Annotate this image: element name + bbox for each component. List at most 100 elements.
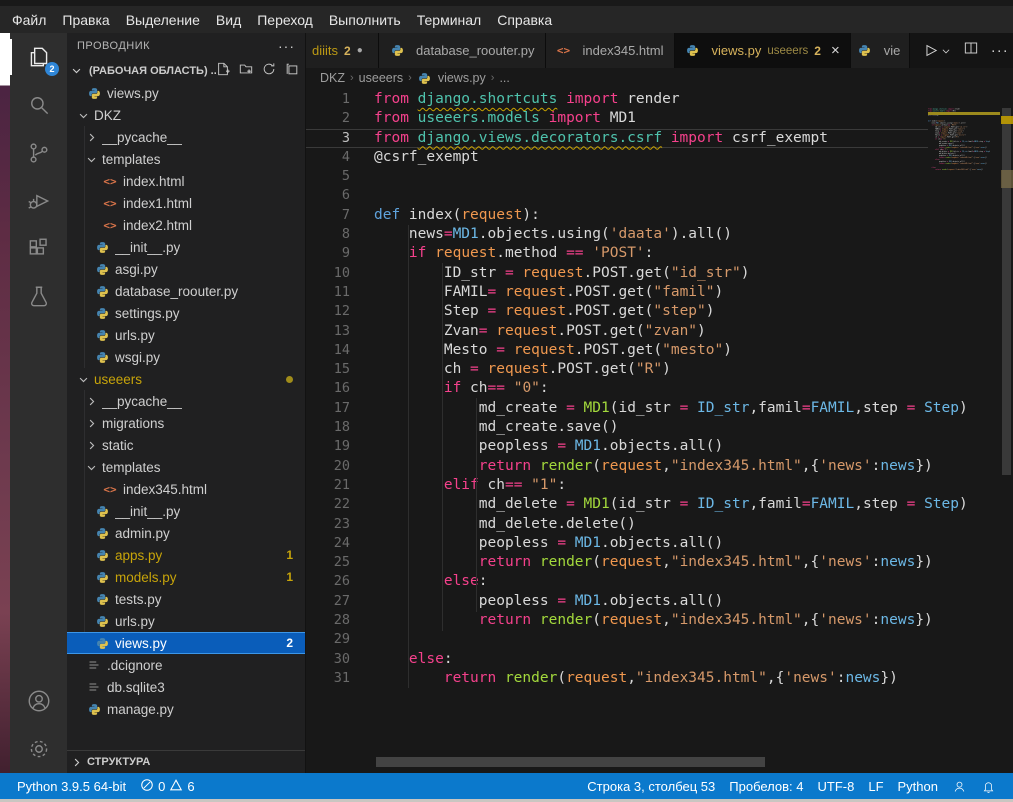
code-line-31[interactable]: 31 return render(request,"index345.html"… — [306, 669, 928, 688]
code-line-23[interactable]: 23 md_delete.delete() — [306, 515, 928, 534]
menu-item[interactable]: Выполнить — [321, 9, 409, 31]
code-line-10[interactable]: 10 ID_str = request.POST.get("id_str") — [306, 264, 928, 283]
tree-file-__init__.py[interactable]: __init__.py — [67, 236, 305, 258]
breadcrumb[interactable]: DKZ›useeers›views.py›... — [306, 68, 1013, 88]
tree-folder-__pycache__[interactable]: __pycache__ — [67, 126, 305, 148]
code-line-29[interactable]: 29 — [306, 630, 928, 649]
menu-item[interactable]: Терминал — [409, 9, 489, 31]
tree-file-index.html[interactable]: <>index.html — [67, 170, 305, 192]
minimap[interactable]: from django.shortcuts import renderfrom … — [928, 108, 1000, 728]
tree-file-.dcignore[interactable]: .dcignore — [67, 654, 305, 676]
menu-item[interactable]: Выделение — [118, 9, 208, 31]
tree-file-settings.py[interactable]: settings.py — [67, 302, 305, 324]
menu-item[interactable]: Вид — [208, 9, 249, 31]
refresh-icon[interactable] — [262, 62, 276, 79]
tree-folder-__pycache__[interactable]: __pycache__ — [67, 390, 305, 412]
code-line-13[interactable]: 13 Zvan= request.POST.get("zvan") — [306, 322, 928, 341]
tree-folder-DKZ[interactable]: DKZ — [67, 104, 305, 126]
tab-views.py[interactable]: views.pyuseeers2× — [675, 33, 851, 68]
split-editor-icon[interactable] — [963, 40, 979, 61]
tree-file-database_roouter.py[interactable]: database_roouter.py — [67, 280, 305, 302]
tab-vie[interactable]: vie — [851, 33, 910, 68]
code-line-11[interactable]: 11 FAMIL= request.POST.get("famil") — [306, 283, 928, 302]
code-line-30[interactable]: 30 else: — [306, 650, 928, 669]
tree-file-wsgi.py[interactable]: wsgi.py — [67, 346, 305, 368]
tree-file-admin.py[interactable]: admin.py — [67, 522, 305, 544]
menu-item[interactable]: Справка — [489, 9, 560, 31]
account-icon[interactable] — [10, 677, 67, 725]
new-file-icon[interactable] — [216, 62, 230, 79]
code-line-26[interactable]: 26 else: — [306, 572, 928, 591]
code-line-5[interactable]: 5 — [306, 167, 928, 186]
breadcrumb-item-views.py[interactable]: views.py — [417, 71, 486, 85]
source-control-icon[interactable] — [10, 129, 67, 177]
code-line-27[interactable]: 27 peopless = MD1.objects.all() — [306, 592, 928, 611]
tab-close-icon[interactable]: × — [831, 42, 840, 59]
tree-file-manage.py[interactable]: manage.py — [67, 698, 305, 720]
problems-status[interactable]: 0 6 — [133, 773, 201, 799]
code-line-18[interactable]: 18 md_create.save() — [306, 418, 928, 437]
tree-file-tests.py[interactable]: tests.py — [67, 588, 305, 610]
code-line-12[interactable]: 12 Step = request.POST.get("step") — [306, 302, 928, 321]
run-debug-icon[interactable] — [10, 177, 67, 225]
status-item[interactable]: Python — [891, 779, 945, 794]
feedback-icon[interactable] — [945, 779, 974, 794]
code-line-25[interactable]: 25 return render(request,"index345.html"… — [306, 553, 928, 572]
horizontal-scrollbar[interactable] — [376, 757, 765, 767]
settings-gear-icon[interactable] — [10, 725, 67, 773]
code-line-17[interactable]: 17 md_create = MD1(id_str = ID_str,famil… — [306, 399, 928, 418]
collapse-all-icon[interactable] — [285, 62, 299, 79]
tree-file-urls.py[interactable]: urls.py — [67, 610, 305, 632]
status-item[interactable]: UTF-8 — [811, 779, 862, 794]
tree-folder-templates[interactable]: templates — [67, 456, 305, 478]
outline-section-header[interactable]: СТРУКТУРА — [67, 750, 305, 773]
python-interpreter-status[interactable]: Python 3.9.5 64-bit — [10, 773, 133, 799]
tree-file-urls.py[interactable]: urls.py — [67, 324, 305, 346]
tree-file-index345.html[interactable]: <>index345.html — [67, 478, 305, 500]
more-actions-icon[interactable]: ··· — [991, 42, 1009, 59]
tree-file-index1.html[interactable]: <>index1.html — [67, 192, 305, 214]
breadcrumb-item-...[interactable]: ... — [499, 71, 509, 85]
tab-diiits[interactable]: diiits2● — [306, 33, 379, 68]
code-line-4[interactable]: 4@csrf_exempt — [306, 148, 928, 167]
search-icon[interactable] — [10, 81, 67, 129]
code-line-1[interactable]: 1from django.shortcuts import render — [306, 90, 928, 109]
status-item[interactable]: Пробелов: 4 — [722, 779, 810, 794]
code-line-21[interactable]: 21 elif ch== "1": — [306, 476, 928, 495]
new-folder-icon[interactable] — [239, 62, 253, 79]
code-line-16[interactable]: 16 if ch== "0": — [306, 379, 928, 398]
menu-item[interactable]: Файл — [4, 9, 54, 31]
breadcrumb-item-useeers[interactable]: useeers — [359, 71, 403, 85]
tree-folder-useeers[interactable]: useeers — [67, 368, 305, 390]
workspace-section-header[interactable]: (РАБОЧАЯ ОБЛАСТЬ) ... — [67, 59, 305, 82]
testing-icon[interactable] — [10, 273, 67, 321]
code-line-14[interactable]: 14 Mesto = request.POST.get("mesto") — [306, 341, 928, 360]
explorer-icon[interactable]: 2 — [10, 33, 67, 81]
tab-database_roouter.py[interactable]: database_roouter.py — [379, 33, 546, 68]
tree-folder-templates[interactable]: templates — [67, 148, 305, 170]
tree-folder-static[interactable]: static — [67, 434, 305, 456]
tree-file-views.py[interactable]: views.py — [67, 82, 305, 104]
tree-file-apps.py[interactable]: apps.py1 — [67, 544, 305, 566]
notifications-bell-icon[interactable] — [974, 779, 1003, 794]
code-line-6[interactable]: 6 — [306, 186, 928, 205]
code-line-8[interactable]: 8 news=MD1.objects.using('daata').all() — [306, 225, 928, 244]
code-line-22[interactable]: 22 md_delete = MD1(id_str = ID_str,famil… — [306, 495, 928, 514]
code-line-20[interactable]: 20 return render(request,"index345.html"… — [306, 457, 928, 476]
code-line-19[interactable]: 19 peopless = MD1.objects.all() — [306, 437, 928, 456]
tree-file-views.py[interactable]: views.py2 — [67, 632, 305, 654]
code-editor[interactable]: 1from django.shortcuts import render2fro… — [306, 88, 1013, 773]
menu-item[interactable]: Правка — [54, 9, 117, 31]
extensions-icon[interactable] — [10, 225, 67, 273]
status-item[interactable]: Строка 3, столбец 53 — [580, 779, 722, 794]
code-line-3[interactable]: 3from django.views.decorators.csrf impor… — [306, 129, 928, 148]
tree-file-asgi.py[interactable]: asgi.py — [67, 258, 305, 280]
code-line-7[interactable]: 7def index(request): — [306, 206, 928, 225]
tree-file-index2.html[interactable]: <>index2.html — [67, 214, 305, 236]
breadcrumb-item-DKZ[interactable]: DKZ — [320, 71, 345, 85]
tree-file-__init__.py[interactable]: __init__.py — [67, 500, 305, 522]
explorer-more-actions[interactable]: ··· — [278, 38, 295, 54]
tree-file-db.sqlite3[interactable]: db.sqlite3 — [67, 676, 305, 698]
code-line-15[interactable]: 15 ch = request.POST.get("R") — [306, 360, 928, 379]
tab-index345.html[interactable]: <>index345.html — [546, 33, 675, 68]
